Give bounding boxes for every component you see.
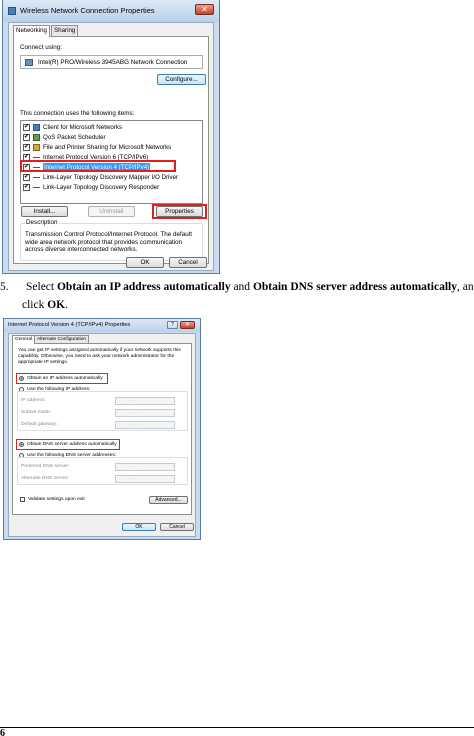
instruction-text: , and	[456, 281, 474, 293]
cancel-button[interactable]: Cancel	[160, 523, 194, 531]
dialog-titlebar[interactable]: Internet Protocol Version 4 (TCP/IPv4) P…	[4, 319, 200, 332]
footer-rule	[0, 727, 474, 728]
instruction-bold-dns: Obtain DNS server address automatically	[252, 281, 457, 293]
item-label: QoS Packet Scheduler	[43, 134, 106, 141]
cancel-button[interactable]: Cancel	[169, 257, 207, 268]
configure-button[interactable]: Configure...	[157, 74, 206, 85]
items-label: This connection uses the following items…	[20, 110, 135, 117]
ip-dots: . . .	[130, 422, 137, 427]
dialog-client-area: Networking Sharing Connect using: Intel(…	[8, 22, 214, 271]
tab-networking[interactable]: Networking	[13, 25, 50, 37]
preferred-dns-input[interactable]: . . .	[115, 463, 175, 471]
item-checkbox[interactable]: ✔	[23, 174, 30, 181]
ip-dots: . . .	[130, 464, 137, 469]
step-number: 5.	[0, 281, 9, 293]
list-item[interactable]: ✔ Client for Microsoft Networks	[23, 123, 198, 132]
protocol-icon	[33, 174, 40, 181]
dialog-title: Wireless Network Connection Properties	[20, 6, 155, 15]
intro-text: You can get IP settings assigned automat…	[18, 348, 181, 365]
dialog-client-area: General Alternate Configuration You can …	[8, 333, 196, 537]
item-label: Link-Layer Topology Discovery Mapper I/O…	[43, 174, 179, 181]
properties-highlight-box	[152, 204, 207, 219]
advanced-button[interactable]: Advanced...	[149, 496, 188, 504]
default-gateway-label: Default gateway:	[21, 422, 58, 427]
protocol-icon	[33, 184, 40, 191]
alternate-dns-input[interactable]: . . .	[115, 475, 175, 483]
dialog-title: Internet Protocol Version 4 (TCP/IPv4) P…	[8, 322, 131, 328]
item-label: File and Printer Sharing for Microsoft N…	[43, 144, 172, 151]
ip-dots: . . .	[130, 410, 137, 415]
tab-sharing[interactable]: Sharing	[51, 25, 79, 36]
item-checkbox[interactable]: ✔	[23, 124, 30, 131]
ip-address-input[interactable]: . . .	[115, 397, 175, 405]
description-text: Transmission Control Protocol/Internet P…	[25, 231, 192, 253]
dns-server-group: Preferred DNS server: . . . Alternate DN…	[17, 457, 188, 485]
networking-panel: Connect using: Intel(R) PRO/Wireless 394…	[13, 36, 209, 264]
ipv4-properties-dialog: Internet Protocol Version 4 (TCP/IPv4) P…	[3, 318, 201, 540]
instruction-line-1: Select Obtain an IP address automaticall…	[26, 281, 474, 293]
item-label: Link-Layer Topology Discovery Responder	[43, 184, 160, 191]
list-item[interactable]: ✔ QoS Packet Scheduler	[23, 133, 198, 142]
subnet-mask-input[interactable]: . . .	[115, 409, 175, 417]
install-button[interactable]: Install...	[21, 206, 68, 217]
instruction-text: .	[65, 299, 68, 311]
list-item[interactable]: ✔ Link-Layer Topology Discovery Responde…	[23, 183, 198, 192]
close-button[interactable]: ✕	[180, 321, 195, 329]
subnet-mask-label: Subnet mask:	[21, 410, 51, 415]
obtain-dns-highlight-box	[16, 439, 120, 450]
item-checkbox[interactable]: ✔	[23, 134, 30, 141]
wireless-properties-dialog: Wireless Network Connection Properties ✕…	[2, 0, 220, 274]
network-icon	[8, 7, 16, 15]
instruction-text: Select	[26, 281, 57, 293]
close-button[interactable]: ✕	[195, 4, 214, 15]
service-icon	[33, 134, 40, 141]
help-button[interactable]: ?	[167, 321, 178, 329]
instruction-bold-ok: OK	[47, 299, 66, 311]
item-checkbox[interactable]: ✔	[23, 144, 30, 151]
page-number: 6	[0, 728, 5, 736]
list-item[interactable]: ✔ Link-Layer Topology Discovery Mapper I…	[23, 173, 198, 182]
dialog-titlebar[interactable]: Wireless Network Connection Properties ✕	[3, 0, 219, 22]
item-checkbox[interactable]: ✔	[23, 184, 30, 191]
description-label: Description	[25, 219, 59, 226]
network-adapter-icon	[25, 59, 33, 66]
alternate-dns-label: Alternate DNS server:	[21, 476, 69, 481]
validate-checkbox[interactable]	[20, 497, 25, 502]
uninstall-button[interactable]: Uninstall	[88, 206, 135, 217]
preferred-dns-label: Preferred DNS server:	[21, 464, 70, 469]
service-icon	[33, 144, 40, 151]
instruction-line-2: click OK.	[22, 299, 68, 311]
ip-address-group: IP address: . . . Subnet mask: . . . Def…	[17, 391, 188, 431]
list-item[interactable]: ✔ File and Printer Sharing for Microsoft…	[23, 143, 198, 152]
ok-button[interactable]: OK	[126, 257, 164, 268]
obtain-ip-highlight-box	[16, 373, 108, 384]
ip-dots: . . .	[130, 476, 137, 481]
adapter-name: Intel(R) PRO/Wireless 3945ABG Network Co…	[38, 59, 188, 66]
ok-button[interactable]: OK	[122, 523, 156, 531]
general-panel: You can get IP settings assigned automat…	[12, 343, 192, 515]
validate-label[interactable]: Validate settings upon exit	[28, 497, 85, 502]
instruction-text: click	[22, 299, 48, 311]
client-icon	[33, 124, 40, 131]
instruction-bold-ip: Obtain an IP address automatically	[56, 281, 231, 293]
instruction-text: and	[230, 281, 253, 293]
adapter-field: Intel(R) PRO/Wireless 3945ABG Network Co…	[20, 55, 203, 69]
tab-alternate-configuration[interactable]: Alternate Configuration	[34, 335, 90, 343]
ip-address-label: IP address:	[21, 398, 46, 403]
tab-general[interactable]: General	[12, 335, 36, 344]
item-label: Client for Microsoft Networks	[43, 124, 123, 131]
ipv4-highlight-box	[20, 160, 176, 172]
description-group: Description Transmission Control Protoco…	[20, 219, 203, 261]
connect-using-label: Connect using:	[20, 44, 63, 51]
default-gateway-input[interactable]: . . .	[115, 421, 175, 429]
ip-dots: . . .	[130, 398, 137, 403]
